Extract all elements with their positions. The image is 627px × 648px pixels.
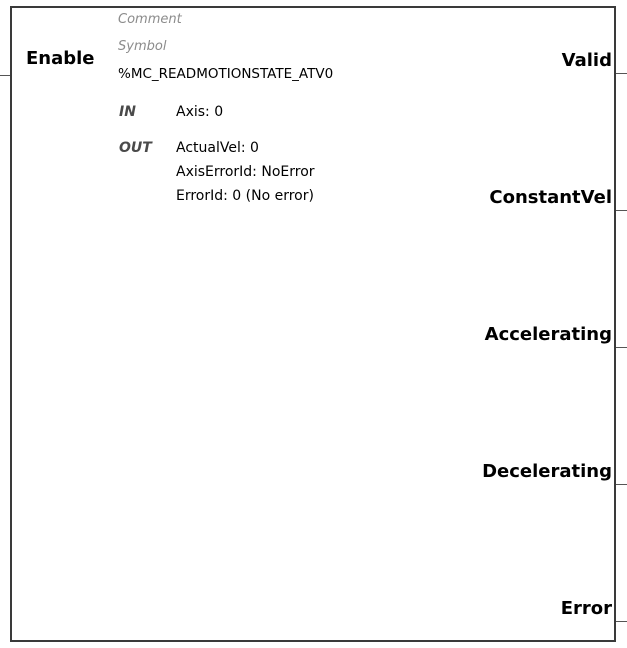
accelerating-pin-line[interactable]: [615, 347, 627, 348]
out-param-axiserrorid: AxisErrorId: NoError: [176, 164, 315, 180]
out-param-errorid: ErrorId: 0 (No error): [176, 188, 314, 204]
instance-name: %MC_READMOTIONSTATE_ATV0: [118, 66, 334, 82]
comment-label[interactable]: Comment: [118, 12, 182, 27]
input-label-enable: Enable: [26, 48, 95, 69]
output-label-constantvel: ConstantVel: [489, 187, 612, 208]
in-keyword: IN: [119, 104, 136, 120]
in-param-axis: Axis: 0: [176, 104, 224, 120]
output-label-valid: Valid: [561, 50, 612, 71]
out-keyword: OUT: [119, 140, 152, 156]
constantvel-pin-line[interactable]: [615, 210, 627, 211]
out-param-actualvel: ActualVel: 0: [176, 140, 259, 156]
error-pin-line[interactable]: [615, 621, 627, 622]
decelerating-pin-line[interactable]: [615, 484, 627, 485]
valid-pin-line[interactable]: [615, 73, 627, 74]
symbol-label[interactable]: Symbol: [118, 39, 166, 54]
output-label-error: Error: [560, 598, 612, 619]
output-label-accelerating: Accelerating: [484, 324, 612, 345]
output-label-decelerating: Decelerating: [482, 461, 612, 482]
